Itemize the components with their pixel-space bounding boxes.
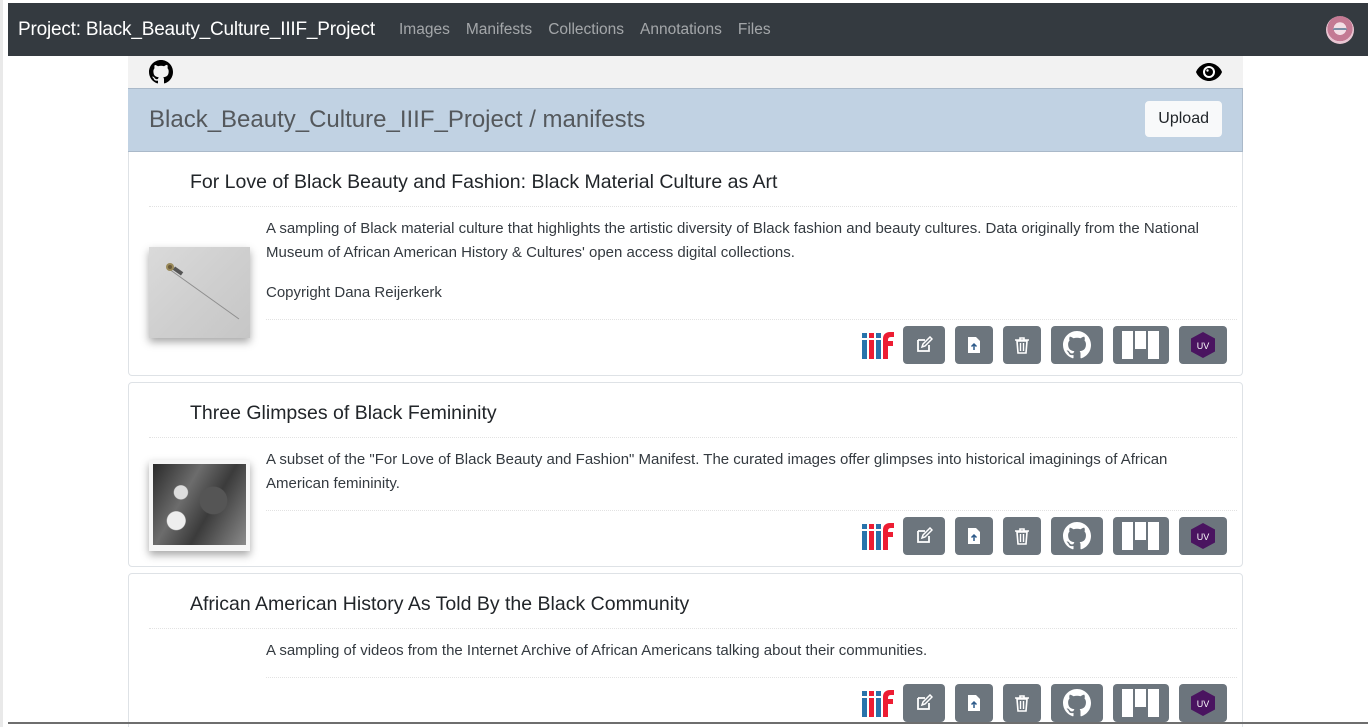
- manifest-thumbnail[interactable]: [149, 460, 250, 551]
- upload-file-button[interactable]: [955, 326, 993, 364]
- nav-link-images[interactable]: Images: [399, 21, 458, 39]
- user-avatar[interactable]: [1326, 16, 1354, 44]
- file-upload-icon: [968, 337, 980, 353]
- nav-link-files[interactable]: Files: [730, 21, 779, 39]
- manifest-actions: UV: [266, 511, 1237, 566]
- github-icon: [1063, 689, 1091, 717]
- svg-text:UV: UV: [1197, 699, 1210, 709]
- edit-icon: [917, 694, 933, 710]
- nav-link-collections[interactable]: Collections: [540, 21, 632, 39]
- repo-toolbar: [128, 56, 1243, 88]
- copyright-text: Copyright Dana Reijerkerk: [266, 284, 442, 301]
- mirador-button[interactable]: [1113, 517, 1169, 555]
- delete-button[interactable]: [1003, 326, 1041, 364]
- delete-button[interactable]: [1003, 684, 1041, 722]
- edit-icon: [917, 527, 933, 543]
- file-upload-icon: [968, 528, 980, 544]
- github-icon: [1063, 331, 1091, 359]
- github-icon: [1063, 522, 1091, 550]
- nav-link-annotations[interactable]: Annotations: [632, 21, 730, 39]
- manifest-thumbnail[interactable]: [149, 247, 250, 338]
- manifest-description: A sampling of videos from the Internet A…: [266, 629, 1226, 663]
- upload-button[interactable]: Upload: [1145, 101, 1222, 137]
- window-bottom-edge: [8, 722, 1368, 724]
- github-button[interactable]: [1051, 517, 1103, 555]
- trash-icon: [1015, 695, 1029, 712]
- project-brand[interactable]: Project: Black_Beauty_Culture_IIIF_Proje…: [18, 19, 375, 41]
- description-text: A subset of the "For Love of Black Beaut…: [266, 451, 1168, 492]
- manifest-actions: UV: [266, 678, 1237, 727]
- github-button[interactable]: [1051, 326, 1103, 364]
- manifest-title[interactable]: Three Glimpses of Black Femininity: [129, 383, 1242, 437]
- nav-links: Images Manifests Collections Annotations…: [399, 21, 779, 39]
- svg-text:UV: UV: [1197, 341, 1210, 351]
- mirador-button[interactable]: [1113, 684, 1169, 722]
- manifest-card: Three Glimpses of Black Femininity A sub…: [128, 382, 1243, 567]
- hat-pin-image: [166, 263, 240, 320]
- edit-button[interactable]: [903, 326, 945, 364]
- mirador-icon: [1122, 331, 1159, 359]
- manifest-description: A sampling of Black material culture tha…: [266, 207, 1226, 305]
- description-text: A sampling of videos from the Internet A…: [266, 642, 928, 659]
- edit-icon: [917, 336, 933, 352]
- window-edge: [0, 0, 3, 727]
- manifests-header: Black_Beauty_Culture_IIIF_Project / mani…: [128, 88, 1243, 152]
- universal-viewer-button[interactable]: UV: [1179, 326, 1227, 364]
- iiif-logo-icon[interactable]: [861, 688, 895, 718]
- top-navbar: Project: Black_Beauty_Culture_IIIF_Proje…: [8, 3, 1368, 56]
- universal-viewer-button[interactable]: UV: [1179, 684, 1227, 722]
- nav-link-manifests[interactable]: Manifests: [458, 21, 540, 39]
- universal-viewer-icon: UV: [1191, 523, 1215, 549]
- page-title: Black_Beauty_Culture_IIIF_Project / mani…: [149, 106, 646, 133]
- edit-button[interactable]: [903, 517, 945, 555]
- file-upload-icon: [968, 695, 980, 711]
- manifest-title[interactable]: For Love of Black Beauty and Fashion: Bl…: [129, 152, 1242, 206]
- eye-icon[interactable]: [1195, 62, 1223, 82]
- manifest-title[interactable]: African American History As Told By the …: [129, 574, 1242, 628]
- mirador-icon: [1122, 522, 1159, 550]
- black-and-white-photo: [153, 464, 246, 545]
- iiif-logo-icon[interactable]: [861, 330, 895, 360]
- github-button[interactable]: [1051, 684, 1103, 722]
- description-text: A sampling of Black material culture tha…: [266, 220, 1199, 261]
- manifest-actions: UV: [266, 320, 1237, 375]
- manifest-card: For Love of Black Beauty and Fashion: Bl…: [128, 152, 1243, 376]
- trash-icon: [1015, 337, 1029, 354]
- iiif-logo-icon[interactable]: [861, 521, 895, 551]
- upload-file-button[interactable]: [955, 517, 993, 555]
- trash-icon: [1015, 528, 1029, 545]
- manifest-card: African American History As Told By the …: [128, 573, 1243, 727]
- manifest-description: A subset of the "For Love of Black Beaut…: [266, 438, 1226, 496]
- main-container: Black_Beauty_Culture_IIIF_Project / mani…: [128, 56, 1243, 727]
- edit-button[interactable]: [903, 684, 945, 722]
- universal-viewer-button[interactable]: UV: [1179, 517, 1227, 555]
- svg-text:UV: UV: [1197, 532, 1210, 542]
- github-icon[interactable]: [149, 60, 173, 84]
- universal-viewer-icon: UV: [1191, 690, 1215, 716]
- mirador-icon: [1122, 689, 1159, 717]
- upload-file-button[interactable]: [955, 684, 993, 722]
- mirador-button[interactable]: [1113, 326, 1169, 364]
- universal-viewer-icon: UV: [1191, 332, 1215, 358]
- delete-button[interactable]: [1003, 517, 1041, 555]
